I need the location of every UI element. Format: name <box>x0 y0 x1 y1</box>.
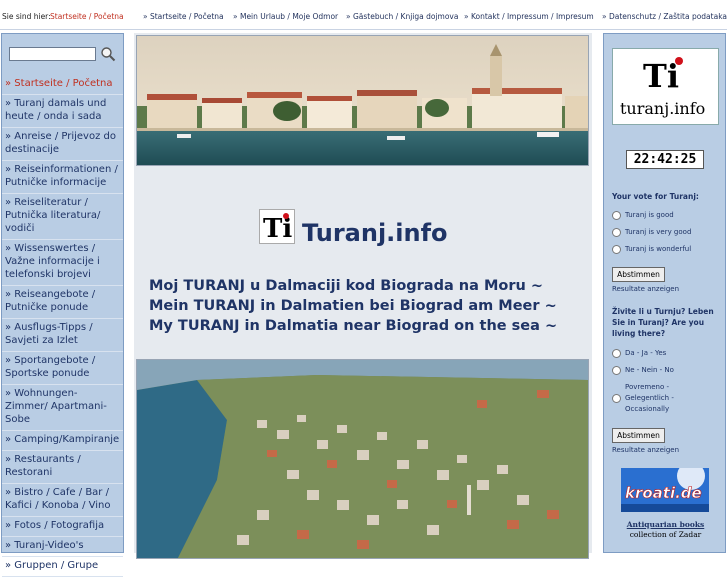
antiquarian-subtitle: collection of Zadar <box>629 530 702 539</box>
poll1-vote-button[interactable]: Abstimmen <box>612 267 665 282</box>
poll2-option-occasionally[interactable]: Povremeno - Gelegentlich - Occasionally <box>612 382 722 415</box>
main-content: Ti Turanj.info Moj TURANJ u Dalmaciji ko… <box>134 33 592 559</box>
poll2-vote-button[interactable]: Abstimmen <box>612 428 665 443</box>
headline-german: Mein TURANJ in Dalmatien bei Biograd am … <box>149 298 557 314</box>
headline-croatian: Moj TURANJ u Dalmaciji kod Biograda na M… <box>149 278 544 294</box>
radio-button[interactable] <box>612 348 621 358</box>
poll2-option-no[interactable]: Ne - Nein - No <box>612 365 722 376</box>
aerial-town-photo <box>136 359 589 559</box>
digital-clock: 22:42:25 <box>626 150 704 169</box>
sidebar-menu: » Startseite / Početna » Turanj damals u… <box>2 75 123 577</box>
svg-text:Ti: Ti <box>263 214 292 244</box>
site-logo: Ti Turanj.info <box>259 209 479 249</box>
sidebar-item-photos[interactable]: » Fotos / Fotografija <box>2 517 123 537</box>
sidebar-item-sports[interactable]: » Sportangebote / Sportske ponude <box>2 352 123 385</box>
radio-button[interactable] <box>612 394 621 403</box>
sidebar-item-camping[interactable]: » Camping/Kampiranje <box>2 431 123 451</box>
sidebar-item-groups[interactable]: » Gruppen / Grupe <box>2 557 123 577</box>
search-icon[interactable] <box>100 46 116 62</box>
top-navigation-bar: Sie sind hier: Startseite / Početna » St… <box>0 0 727 30</box>
poll2-results-link[interactable]: Resultate anzeigen <box>612 446 679 454</box>
topnav-guestbook[interactable]: » Gästebuch / Knjiga dojmova <box>346 12 458 21</box>
poll2-option-yes[interactable]: Da - Ja - Yes <box>612 348 722 359</box>
antiquarian-books-link[interactable]: Antiquarian books collection of Zadar <box>609 520 722 540</box>
divider <box>0 29 727 30</box>
radio-button[interactable] <box>612 244 621 254</box>
svg-text:kroati.de: kroati.de <box>625 484 702 502</box>
topnav-contact[interactable]: » Kontakt / Impressum / Impresum <box>464 12 594 21</box>
logo-text: Turanj.info <box>302 219 448 247</box>
sidebar-item-travel[interactable]: » Anreise / Prijevoz do destinacije <box>2 128 123 161</box>
kroati-banner[interactable]: kroati.de <box>621 462 709 512</box>
topnav-privacy[interactable]: » Datenschutz / Zaštita podataka <box>602 12 727 21</box>
svg-text:Ti: Ti <box>643 57 679 95</box>
sidebar-item-home[interactable]: » Startseite / Početna <box>2 75 123 95</box>
sidebar-item-apartments[interactable]: » Wohnungen-Zimmer/ Apartmani-Sobe <box>2 385 123 431</box>
right-sidebar: Ti turanj.info 22:42:25 Your vote for Tu… <box>603 33 726 553</box>
radio-button[interactable] <box>612 210 621 220</box>
search-input[interactable] <box>9 47 96 61</box>
sidebar-item-offers[interactable]: » Reiseangebote / Putničke ponude <box>2 286 123 319</box>
radio-button[interactable] <box>612 365 621 375</box>
antiquarian-title[interactable]: Antiquarian books <box>627 520 705 529</box>
breadcrumb-label: Sie sind hier: <box>2 12 51 21</box>
svg-text:turanj.info: turanj.info <box>620 99 705 118</box>
left-sidebar: » Startseite / Početna » Turanj damals u… <box>1 33 124 577</box>
sidebar-item-then-now[interactable]: » Turanj damals und heute / onda i sada <box>2 95 123 128</box>
topnav-home[interactable]: » Startseite / Početna <box>143 12 224 21</box>
poll1-results-link[interactable]: Resultate anzeigen <box>612 285 679 293</box>
sidebar-item-literature[interactable]: » Reiseliteratur / Putnička literatura/ … <box>2 194 123 240</box>
sidebar-item-useful-info[interactable]: » Wissenswertes / Važne informacije i te… <box>2 240 123 286</box>
breadcrumb-link-home[interactable]: Startseite / Početna <box>50 12 124 21</box>
poll1-option-wonderful[interactable]: Turanj is wonderful <box>612 244 722 255</box>
topnav-my-vacation[interactable]: » Mein Urlaub / Moje Odmor <box>233 12 338 21</box>
sidebar-item-videos[interactable]: » Turanj-Video's <box>2 537 123 557</box>
sidebar-item-bistro[interactable]: » Bistro / Cafe / Bar / Kafici / Konoba … <box>2 484 123 517</box>
poll1-question: Your vote for Turanj: <box>612 192 699 201</box>
sidebar-item-excursions[interactable]: » Ausflugs-Tipps / Savjeti za Izlet <box>2 319 123 352</box>
sidebar-item-travel-info[interactable]: » Reiseinformationen / Putničke informac… <box>2 161 123 194</box>
sidebar-item-restaurants[interactable]: » Restaurants / Restorani <box>2 451 123 484</box>
poll1-option-good[interactable]: Turanj is good <box>612 210 722 221</box>
logo-mark: Ti <box>259 209 295 244</box>
turanj-info-logo[interactable]: Ti turanj.info <box>612 48 719 125</box>
headline-english: My TURANJ in Dalmatia near Biograd on th… <box>149 318 558 334</box>
town-panorama-image <box>136 35 589 166</box>
poll2-question: Živite li u Turnju? Leben Sie in Turanj?… <box>612 307 714 338</box>
radio-button[interactable] <box>612 227 621 237</box>
poll1-option-very-good[interactable]: Turanj is very good <box>612 227 722 238</box>
